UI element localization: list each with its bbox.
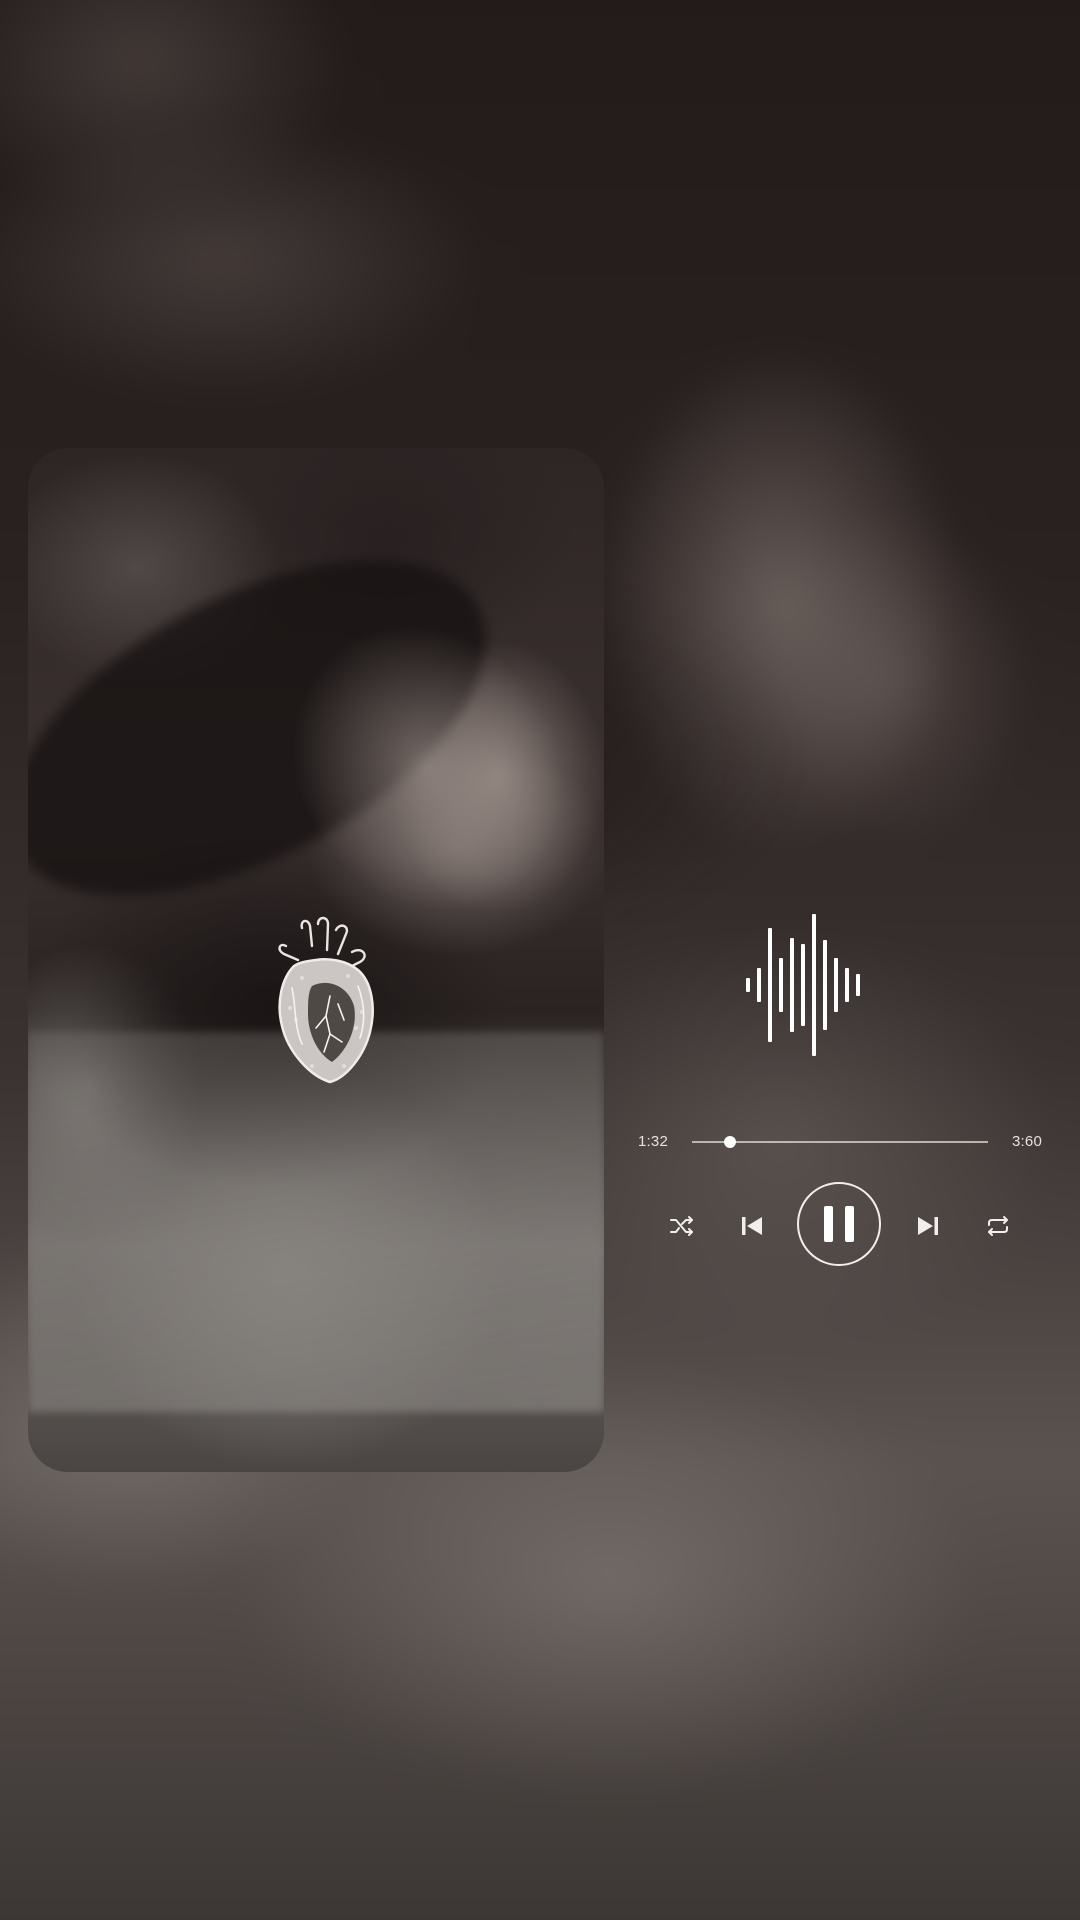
previous-icon [742,1217,762,1235]
repeat-icon [988,1216,1008,1236]
pause-button[interactable] [797,1182,881,1266]
shuffle-button[interactable] [664,1208,700,1244]
elapsed-time: 1:32 [638,1133,668,1150]
progress-bar[interactable] [692,1136,988,1148]
shuffle-icon [670,1216,693,1236]
previous-button[interactable] [734,1208,770,1244]
sound-waveform-icon [746,914,860,1056]
pause-icon [824,1206,854,1242]
next-button[interactable] [910,1208,946,1244]
repeat-button[interactable] [980,1208,1016,1244]
next-icon [918,1217,938,1235]
photo-sweater-area [28,1032,604,1412]
anatomical-heart-icon [278,916,374,1084]
music-player-screen: 1:32 3:60 [0,0,1080,1920]
total-time: 3:60 [1012,1133,1042,1150]
